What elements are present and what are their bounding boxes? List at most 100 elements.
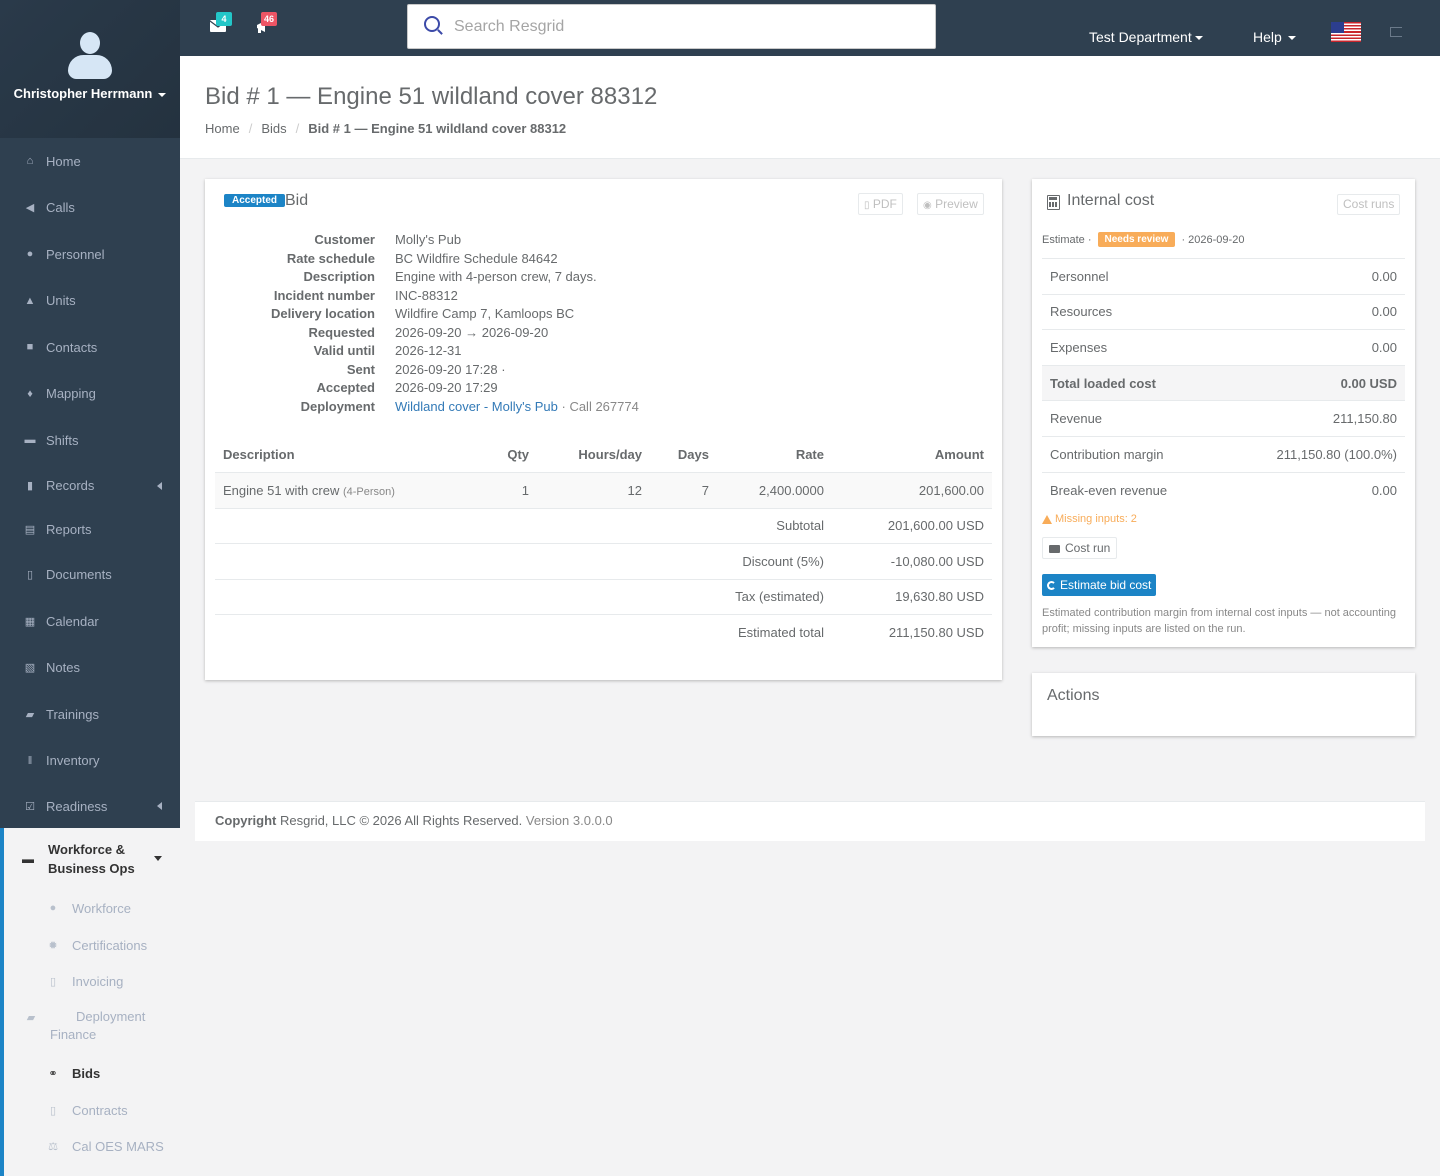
estimate-bid-cost-button[interactable]: Estimate bid cost — [1042, 574, 1157, 596]
calls-button[interactable]: 46 — [255, 12, 277, 34]
map-marker-icon: ♦ — [27, 387, 33, 400]
sidebar-item-documents[interactable]: ▯ Documents — [0, 552, 180, 599]
sidebar-subitem-contracts[interactable]: ▯ Contracts — [4, 1092, 180, 1129]
sidebar-item-inventory[interactable]: ‖ Inventory — [0, 738, 180, 785]
pdf-button[interactable]: ▯ PDF — [858, 193, 903, 215]
caret-down-icon — [1287, 36, 1296, 41]
sidebar-item-trainings[interactable]: ▰ Trainings — [0, 691, 180, 738]
address-book-icon: ■ — [26, 341, 34, 354]
home-icon: ⌂ — [26, 155, 34, 168]
briefcase-icon: ▬ — [24, 434, 36, 447]
handshake-icon: ⚭ — [48, 1067, 58, 1080]
cost-table: Personnel 0.00 Resources 0.00 Expenses 0.00… — [1042, 258, 1405, 508]
messages-button[interactable]: 4 — [209, 12, 232, 34]
preview-button[interactable]: ◉ Preview — [917, 193, 984, 215]
total-row: Estimated total 211,150.80 USD — [215, 614, 992, 650]
caret-down-icon — [158, 92, 167, 97]
breadcrumb: Home / Bids / Bid # 1 — Engine 51 wildland c… — [205, 121, 567, 136]
sidebar-item-contacts[interactable]: ■ Contacts — [0, 324, 180, 371]
search-input[interactable] — [454, 5, 924, 48]
sign-out-icon[interactable] — [1390, 27, 1402, 37]
bid-panel: Accepted Bid ▯ PDF ◉ Preview Customer Mol… — [205, 179, 1002, 680]
truck-icon: ▲ — [24, 294, 36, 307]
detail-row: Valid until 2026-12-31 — [313, 343, 462, 358]
profile-name-dropdown[interactable]: Christopher Herrmann — [0, 86, 180, 101]
certificate-icon: ✹ — [48, 939, 58, 952]
calculator-icon — [1047, 195, 1060, 210]
department-dropdown[interactable]: Test Department — [1089, 29, 1203, 45]
sidebar-subitem-certifications[interactable]: ✹ Certifications — [4, 927, 180, 964]
sidebar-item-calendar[interactable]: ▦ Calendar — [0, 598, 180, 645]
detail-row: Accepted 2026-09-20 17:29 — [316, 380, 498, 395]
truck-icon: ▰ — [26, 1012, 36, 1025]
report-icon: ▤ — [24, 524, 36, 536]
profile: Christopher Herrmann — [0, 0, 180, 138]
table-header-row: Description Qty Hours/day Days Rate Amou… — [215, 437, 992, 473]
detail-row: Rate schedule BC Wildfire Schedule 84642 — [286, 250, 558, 266]
sidebar-item-mapping[interactable]: ♦ Mapping — [0, 371, 180, 418]
us-flag-icon[interactable] — [1331, 22, 1361, 42]
help-dropdown[interactable]: Help — [1253, 29, 1296, 45]
discount-row: Discount (5%) -10,080.00 USD — [215, 543, 992, 579]
sidebar-item-records[interactable]: ▮ Records — [0, 464, 180, 508]
table-row: Contribution margin 211,150.80 (100.0%) — [1042, 435, 1405, 473]
briefcase-icon: ▬ — [22, 852, 34, 866]
cost-runs-button[interactable]: Cost runs — [1337, 194, 1401, 215]
tax-row: Tax (estimated) 19,630.80 USD — [215, 578, 992, 615]
sidebar-item-readiness[interactable]: ☑ Readiness — [0, 784, 180, 828]
users-icon: ● — [49, 902, 57, 915]
calendar-icon: ▦ — [24, 615, 36, 628]
estimate-meta: Estimate · Needs review · 2026-09-20 — [1042, 232, 1245, 247]
sidebar-item-notes[interactable]: ▧ Notes — [0, 645, 180, 692]
status-badge: Accepted — [224, 194, 286, 207]
detail-row: Description Engine with 4-person crew, 7 … — [303, 269, 597, 284]
deployment-link[interactable]: Wildland cover - Molly's Pub — [395, 399, 558, 414]
sidebar-item-calls[interactable]: ◀ Calls — [0, 185, 180, 232]
detail-row: Incident number INC-88312 — [273, 287, 458, 303]
invoice-icon: ▯ — [49, 976, 57, 989]
bid-details: Customer Molly's Pub Rate schedule BC Wild… — [205, 231, 1002, 416]
internal-cost-panel: Internal cost Cost runs Estimate · Needs… — [1032, 179, 1415, 647]
calls-count-badge: 46 — [261, 12, 277, 26]
avatar[interactable] — [66, 30, 114, 80]
table-row: Engine 51 with crew (4-Person) 1 12 7 2,… — [215, 471, 992, 508]
subtotal-row: Subtotal 201,600.00 USD — [215, 507, 992, 544]
sidebar-nav: ⌂ Home ◀ Calls ● Personnel ▲ Units ■ Contacts… — [0, 138, 180, 828]
sidebar-item-workforce-business-ops[interactable]: ▬ Workforce & Business Ops — [4, 828, 180, 890]
table-row: Expenses 0.00 — [1042, 329, 1405, 366]
footer: Copyright Resgrid, LLC © 2026 All Rights… — [195, 801, 1425, 841]
sidebar-item-home[interactable]: ⌂ Home — [0, 138, 180, 185]
bullhorn-icon: ◀ — [25, 202, 35, 215]
search-box — [407, 4, 936, 49]
chevron-down-icon — [154, 856, 162, 861]
sidebar-subitem-workforce[interactable]: ● Workforce — [4, 890, 180, 927]
breadcrumb-bids[interactable]: Bids — [261, 121, 286, 136]
sidebar-item-shifts[interactable]: ▬ Shifts — [0, 417, 180, 464]
eye-icon: ◉ — [923, 200, 932, 211]
sidebar-subitem-cal-oes-mars[interactable]: ⚖ Cal OES MARS — [4, 1128, 180, 1165]
file-icon: ▮ — [26, 480, 34, 492]
page-header: Bid # 1 — Engine 51 wildland cover 88312… — [180, 56, 1440, 159]
book-icon: ▰ — [25, 708, 35, 721]
sidebar-item-reports[interactable]: ▤ Reports — [0, 508, 180, 552]
total-loaded-cost-row: Total loaded cost 0.00 USD — [1042, 364, 1405, 401]
breadcrumb-home[interactable]: Home — [205, 121, 240, 136]
bid-heading: Bid — [285, 192, 309, 209]
detail-row: Requested 2026-09-20 → 2026-09-20 — [308, 324, 549, 340]
page-title: Bid # 1 — Engine 51 wildland cover 88312 — [205, 83, 658, 110]
chevron-left-icon — [157, 802, 162, 810]
cost-note: Estimated contribution margin from inter… — [1042, 607, 1397, 635]
cost-run-button[interactable]: Cost run — [1042, 537, 1118, 559]
breadcrumb-current: Bid # 1 — Engine 51 wildland cover 88312 — [308, 121, 567, 136]
sidebar-item-units[interactable]: ▲ Units — [0, 278, 180, 325]
detail-row: Sent 2026-09-20 17:28 · — [346, 361, 506, 377]
check-square-icon: ☑ — [25, 800, 35, 813]
sidebar-subitem-deployment-finance[interactable]: ▰ Deployment Finance — [4, 1000, 180, 1055]
notes-icon: ▧ — [24, 662, 36, 675]
scale-icon: ⚖ — [48, 1141, 58, 1154]
missing-inputs-warning: Missing inputs: 2 — [1042, 513, 1137, 525]
sidebar-subitem-bids[interactable]: ⚭ Bids — [4, 1055, 180, 1092]
sidebar-subitem-invoicing[interactable]: ▯ Invoicing — [4, 963, 180, 1000]
sidebar-item-personnel[interactable]: ● Personnel — [0, 231, 180, 278]
file-pdf-icon: ▯ — [864, 200, 870, 211]
